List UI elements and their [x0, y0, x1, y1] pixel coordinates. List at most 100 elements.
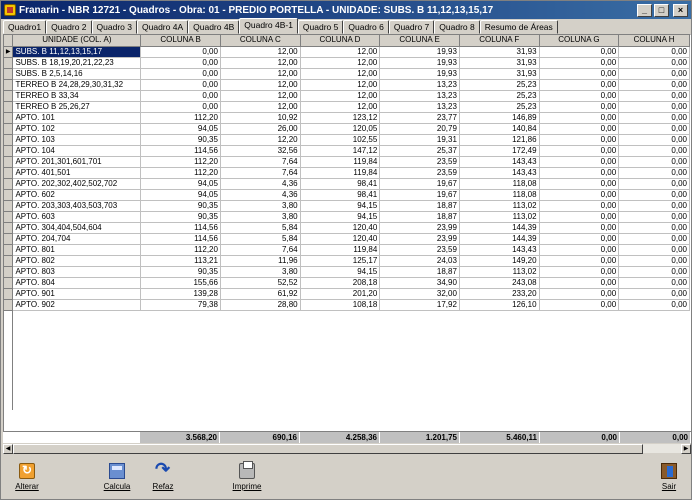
refaz-button[interactable]: Refaz: [143, 459, 183, 495]
table-row[interactable]: APTO. 101 112,20 10,92 123,12 23,77 146,89 0,0…: [4, 112, 690, 124]
value-cell[interactable]: 23,99: [379, 233, 460, 245]
value-cell[interactable]: 3,80: [220, 211, 301, 223]
value-cell[interactable]: 79,38: [140, 299, 221, 311]
value-cell[interactable]: 0,00: [539, 156, 620, 168]
value-cell[interactable]: 140,84: [459, 123, 540, 135]
row-indicator[interactable]: [4, 222, 14, 234]
unit-name-cell[interactable]: SUBS. B 2,5,14,16: [12, 68, 142, 80]
value-cell[interactable]: 10,92: [220, 112, 301, 124]
tab-quadro-5[interactable]: Quadro 5: [297, 20, 344, 34]
column-header[interactable]: COLUNA C: [220, 35, 301, 47]
table-row[interactable]: APTO. 203,303,403,503,703 90,35 3,80 94,15 1…: [4, 200, 690, 212]
row-indicator[interactable]: [4, 266, 14, 278]
column-header[interactable]: COLUNA E: [379, 35, 460, 47]
column-header[interactable]: COLUNA H: [618, 35, 690, 47]
tab-quadro-8[interactable]: Quadro 8: [434, 20, 480, 34]
row-indicator[interactable]: [4, 57, 14, 69]
row-indicator[interactable]: [4, 244, 14, 256]
value-cell[interactable]: 243,08: [459, 277, 540, 289]
value-cell[interactable]: 23,59: [379, 244, 460, 256]
row-indicator[interactable]: [4, 145, 14, 157]
scroll-right-button[interactable]: ▶: [681, 444, 691, 454]
value-cell[interactable]: 119,84: [300, 244, 381, 256]
unit-name-cell[interactable]: APTO. 103: [12, 134, 142, 146]
value-cell[interactable]: 90,35: [140, 211, 221, 223]
value-cell[interactable]: 11,96: [220, 255, 301, 267]
row-indicator[interactable]: [4, 178, 14, 190]
unit-name-cell[interactable]: APTO. 304,404,504,604: [12, 222, 142, 234]
row-indicator[interactable]: [4, 255, 14, 267]
unit-name-cell[interactable]: APTO. 803: [12, 266, 142, 278]
table-row[interactable]: APTO. 802 113,21 11,96 125,17 24,03 149,20 0,0…: [4, 255, 690, 267]
value-cell[interactable]: 98,41: [300, 178, 381, 190]
value-cell[interactable]: 0,00: [539, 211, 620, 223]
value-cell[interactable]: 12,00: [300, 79, 381, 91]
table-row[interactable]: APTO. 603 90,35 3,80 94,15 18,87 113,02 0,00 0,…: [4, 211, 690, 223]
value-cell[interactable]: 12,00: [220, 79, 301, 91]
alterar-button[interactable]: Alterar: [7, 463, 47, 495]
value-cell[interactable]: 0,00: [140, 57, 221, 69]
tab-quadro-3[interactable]: Quadro 3: [91, 20, 137, 34]
value-cell[interactable]: 12,00: [300, 68, 381, 80]
value-cell[interactable]: 0,00: [618, 255, 690, 267]
value-cell[interactable]: 13,23: [379, 90, 460, 102]
minimize-button[interactable]: _: [637, 3, 652, 17]
unit-name-cell[interactable]: APTO. 102: [12, 123, 142, 135]
value-cell[interactable]: 0,00: [539, 277, 620, 289]
value-cell[interactable]: 12,00: [300, 90, 381, 102]
value-cell[interactable]: 0,00: [140, 46, 221, 58]
value-cell[interactable]: 0,00: [618, 277, 690, 289]
value-cell[interactable]: 0,00: [618, 222, 690, 234]
value-cell[interactable]: 0,00: [539, 299, 620, 311]
row-indicator[interactable]: [4, 90, 14, 102]
table-row[interactable]: SUBS. B 2,5,14,16 0,00 12,00 12,00 19,93 31,9…: [4, 68, 690, 80]
value-cell[interactable]: 52,52: [220, 277, 301, 289]
value-cell[interactable]: 23,59: [379, 156, 460, 168]
value-cell[interactable]: 0,00: [618, 90, 690, 102]
value-cell[interactable]: 113,21: [140, 255, 221, 267]
table-row[interactable]: APTO. 304,404,504,604 114,56 5,84 120,40 23,…: [4, 222, 690, 234]
value-cell[interactable]: 120,40: [300, 222, 381, 234]
value-cell[interactable]: 90,35: [140, 134, 221, 146]
table-row[interactable]: APTO. 902 79,38 28,80 108,18 17,92 126,10 0,00…: [4, 299, 690, 311]
unit-name-cell[interactable]: SUBS. B 18,19,20,21,22,23: [12, 57, 142, 69]
unit-name-cell[interactable]: TERREO B 25,26,27: [12, 101, 142, 113]
value-cell[interactable]: 112,20: [140, 244, 221, 256]
value-cell[interactable]: 0,00: [539, 178, 620, 190]
value-cell[interactable]: 0,00: [539, 255, 620, 267]
row-indicator[interactable]: [4, 112, 14, 124]
value-cell[interactable]: 0,00: [539, 57, 620, 69]
value-cell[interactable]: 0,00: [140, 90, 221, 102]
value-cell[interactable]: 0,00: [618, 178, 690, 190]
value-cell[interactable]: 0,00: [618, 211, 690, 223]
unit-name-cell[interactable]: APTO. 204,704: [12, 233, 142, 245]
table-row[interactable]: APTO. 602 94,05 4,36 98,41 19,67 118,08 0,00 0,…: [4, 189, 690, 201]
value-cell[interactable]: 90,35: [140, 266, 221, 278]
value-cell[interactable]: 0,00: [539, 112, 620, 124]
value-cell[interactable]: 121,86: [459, 134, 540, 146]
value-cell[interactable]: 12,20: [220, 134, 301, 146]
unit-name-cell[interactable]: APTO. 201,301,601,701: [12, 156, 142, 168]
maximize-button[interactable]: □: [654, 3, 669, 17]
value-cell[interactable]: 5,84: [220, 222, 301, 234]
unit-name-cell[interactable]: APTO. 104: [12, 145, 142, 157]
value-cell[interactable]: 120,40: [300, 233, 381, 245]
value-cell[interactable]: 0,00: [618, 266, 690, 278]
value-cell[interactable]: 23,99: [379, 222, 460, 234]
tab-quadro-6[interactable]: Quadro 6: [343, 20, 389, 34]
value-cell[interactable]: 0,00: [618, 68, 690, 80]
column-header[interactable]: COLUNA D: [300, 35, 381, 47]
table-row[interactable]: APTO. 103 90,35 12,20 102,55 19,31 121,86 0,00…: [4, 134, 690, 146]
value-cell[interactable]: 113,02: [459, 200, 540, 212]
value-cell[interactable]: 0,00: [618, 288, 690, 300]
value-cell[interactable]: 126,10: [459, 299, 540, 311]
value-cell[interactable]: 120,05: [300, 123, 381, 135]
row-indicator[interactable]: ▶: [4, 46, 14, 58]
value-cell[interactable]: 119,84: [300, 167, 381, 179]
calcula-button[interactable]: Calcula: [97, 463, 137, 495]
value-cell[interactable]: 31,93: [459, 46, 540, 58]
value-cell[interactable]: 0,00: [539, 101, 620, 113]
value-cell[interactable]: 155,66: [140, 277, 221, 289]
value-cell[interactable]: 114,56: [140, 145, 221, 157]
row-indicator[interactable]: [4, 101, 14, 113]
